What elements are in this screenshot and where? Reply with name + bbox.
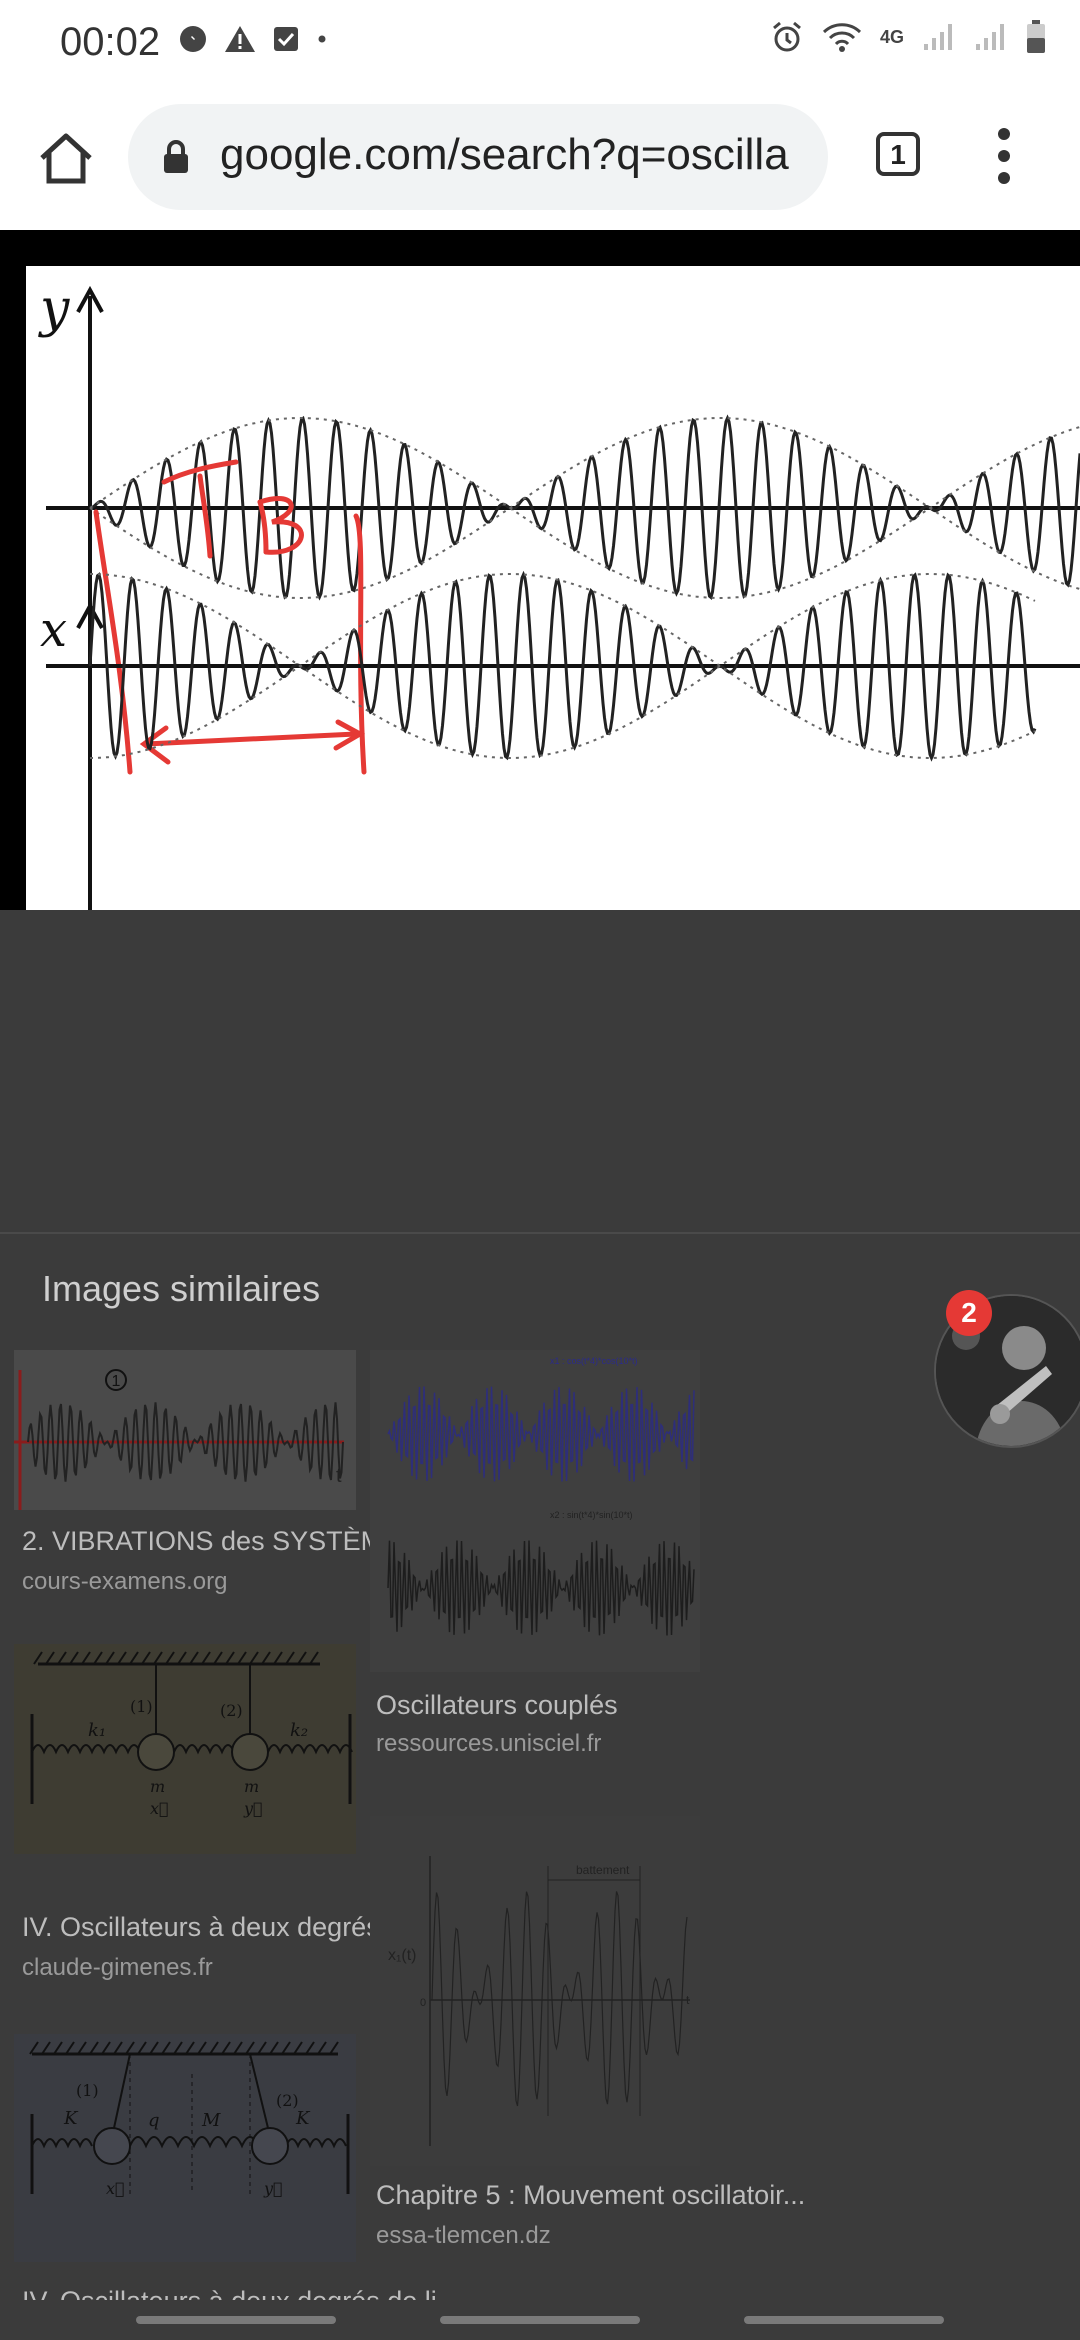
similar-source-3: claude-gimenes.fr: [22, 1954, 213, 1981]
network-type: 4G: [879, 26, 904, 47]
thumb1-t-label: t: [336, 1465, 342, 1487]
similar-source-1: cours-examens.org: [22, 1568, 228, 1595]
thumb3-n2: (2): [220, 1701, 243, 1720]
thumb2-top-label: x1 : cos(t*4)*cos(10*t): [550, 1356, 638, 1366]
dot-icon: [318, 35, 326, 43]
y-envelope-bottom: [89, 506, 1080, 599]
tab-switcher-button[interactable]: 1: [876, 132, 920, 176]
thumb1-marker: 1: [112, 1373, 121, 1390]
similar-source-4: essa-tlemcen.dz: [376, 2222, 551, 2249]
signal-icon-2: [976, 24, 1004, 50]
similar-images-heading: Images similaires: [42, 1268, 321, 1309]
home-icon[interactable]: [36, 128, 96, 188]
wifi-icon: [822, 23, 862, 52]
thumb5-K-right: K: [295, 2108, 311, 2129]
similar-title-2[interactable]: Oscillateurs couplés: [376, 1690, 618, 1721]
browser-toolbar: google.com/search?q=oscilla 1: [0, 84, 1080, 230]
thumb2-bottom-label: x2 : sin(t*4)*sin(10*t): [550, 1510, 633, 1520]
nav-handle-left[interactable]: [136, 2316, 336, 2324]
status-bar: 00:02 4G: [0, 0, 1080, 84]
thumb5-y: y⃗: [263, 2179, 283, 2198]
thumb5-x: x⃗: [106, 2179, 125, 2198]
thumb3-m1: m: [150, 1777, 165, 1796]
thumb3-x: x⃗: [150, 1799, 169, 1818]
similar-thumb-1[interactable]: 1 t: [14, 1350, 356, 1510]
similar-thumb-2[interactable]: x1 : cos(t*4)*cos(10*t) x2 : sin(t*4)*si…: [370, 1350, 700, 1672]
system-icons: 4G: [770, 20, 1046, 54]
alarm-icon: [773, 21, 801, 52]
thumb3-y: y⃗: [243, 1799, 263, 1818]
thumb4-axis-label: x₁(t): [388, 1947, 417, 1964]
similar-thumb-3[interactable]: (1) (2) k₁ k₂ m m x⃗ y⃗: [14, 1644, 356, 1854]
thumb3-k1: k₁: [88, 1720, 106, 1741]
y-axis-label: y: [38, 279, 70, 339]
thumb5-n1: (1): [76, 2081, 99, 2100]
thumb5-M: M: [201, 2110, 221, 2131]
messenger-icon: [180, 26, 206, 52]
thumb5-q: q: [148, 2110, 160, 2131]
lock-icon: [164, 140, 188, 173]
similar-title-4[interactable]: Chapitre 5 : Mouvement oscillatoir...: [376, 2180, 805, 2211]
similar-source-2: ressources.unisciel.fr: [376, 1730, 602, 1757]
gesture-nav-bar: [0, 2300, 1080, 2340]
x-axis-label: x: [40, 602, 67, 658]
url-text: google.com/search?q=oscilla: [220, 130, 789, 179]
nav-handle-right[interactable]: [744, 2316, 944, 2324]
notification-badge: 2: [946, 1290, 992, 1336]
thumb5-K-left: K: [63, 2108, 79, 2129]
address-bar[interactable]: google.com/search?q=oscilla: [128, 104, 828, 210]
notification-icons: [178, 24, 328, 54]
thumb4-zero: 0: [420, 1997, 426, 2009]
status-time: 00:02: [60, 20, 161, 64]
similar-thumb-4[interactable]: x₁(t) 0 t battement: [370, 1816, 700, 2166]
thumb3-m2: m: [244, 1777, 259, 1796]
thumb3-n1: (1): [130, 1697, 153, 1716]
overflow-menu-icon[interactable]: [998, 128, 1012, 194]
divider: [0, 1232, 1080, 1234]
thumb3-k2: k₂: [290, 1720, 308, 1741]
checkbox-icon: [274, 27, 298, 51]
similar-thumb-5[interactable]: (1) (2) K K q M x⃗ y⃗: [14, 2034, 356, 2262]
thumb4-title: battement: [576, 1863, 630, 1877]
warning-icon: [225, 26, 255, 52]
battery-icon: [1027, 20, 1045, 53]
nav-handle-center[interactable]: [440, 2316, 640, 2324]
signal-icon: [924, 24, 952, 50]
